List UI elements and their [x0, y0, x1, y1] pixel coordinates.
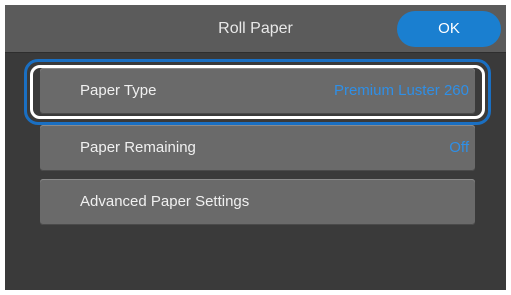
menu-item-value: Premium Luster 260	[333, 82, 469, 99]
menu-item-value: Off	[449, 139, 469, 156]
menu-item-label: Advanced Paper Settings	[80, 193, 250, 210]
menu-item-paper-remaining[interactable]: Paper Remaining Off	[40, 125, 475, 171]
menu-item-advanced-paper-settings[interactable]: Advanced Paper Settings	[40, 179, 475, 225]
menu-item-label: Paper Type	[80, 82, 157, 99]
ok-button[interactable]: OK	[397, 11, 501, 47]
printer-screen: Roll Paper OK Paper Type Premium Luster …	[5, 5, 506, 290]
menu-item-label: Paper Remaining	[80, 139, 196, 156]
header-bar: Roll Paper OK	[5, 5, 506, 53]
menu-item-paper-type[interactable]: Paper Type Premium Luster 260	[40, 68, 475, 114]
